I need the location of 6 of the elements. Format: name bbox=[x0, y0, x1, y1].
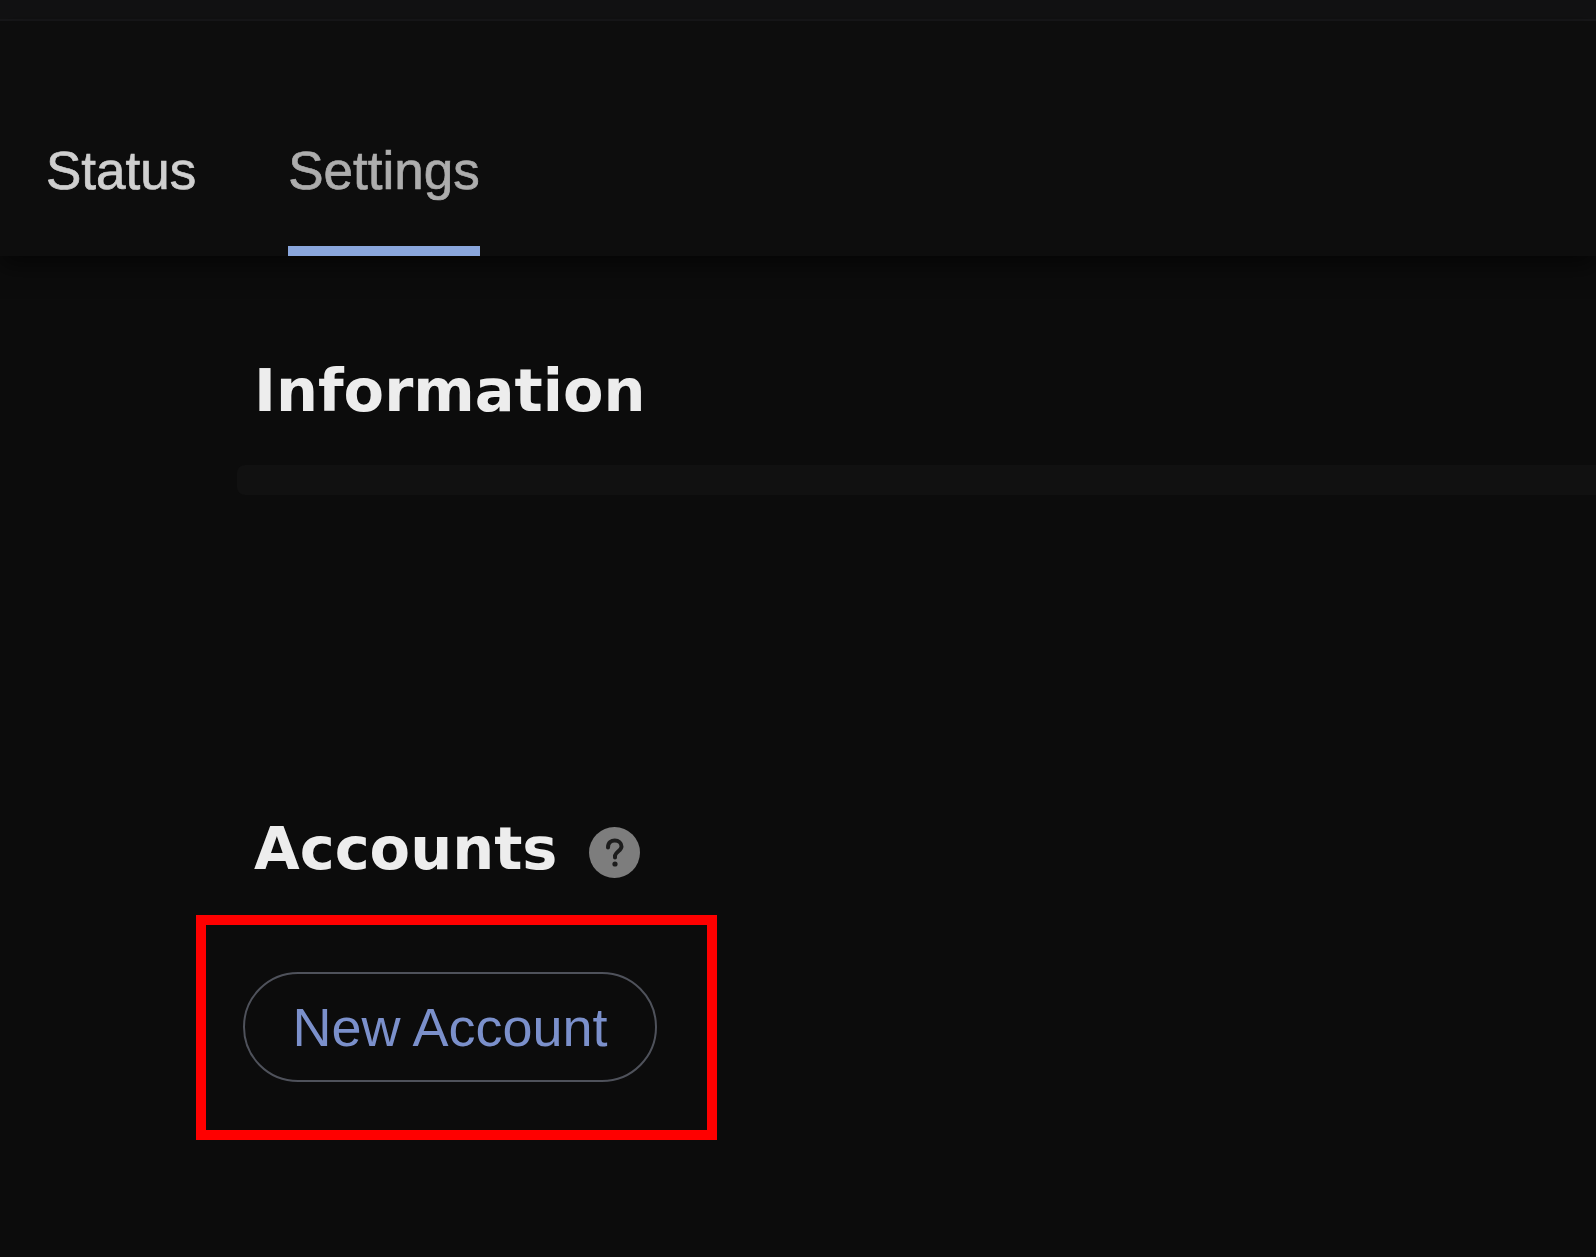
new-account-button[interactable]: New Account bbox=[243, 972, 657, 1082]
help-icon[interactable] bbox=[589, 827, 641, 878]
tab[interactable]: Settings bbox=[288, 144, 480, 256]
tab[interactable]: Status bbox=[46, 144, 197, 256]
section-heading: Accounts bbox=[254, 819, 558, 878]
section-heading: Information bbox=[254, 361, 646, 420]
